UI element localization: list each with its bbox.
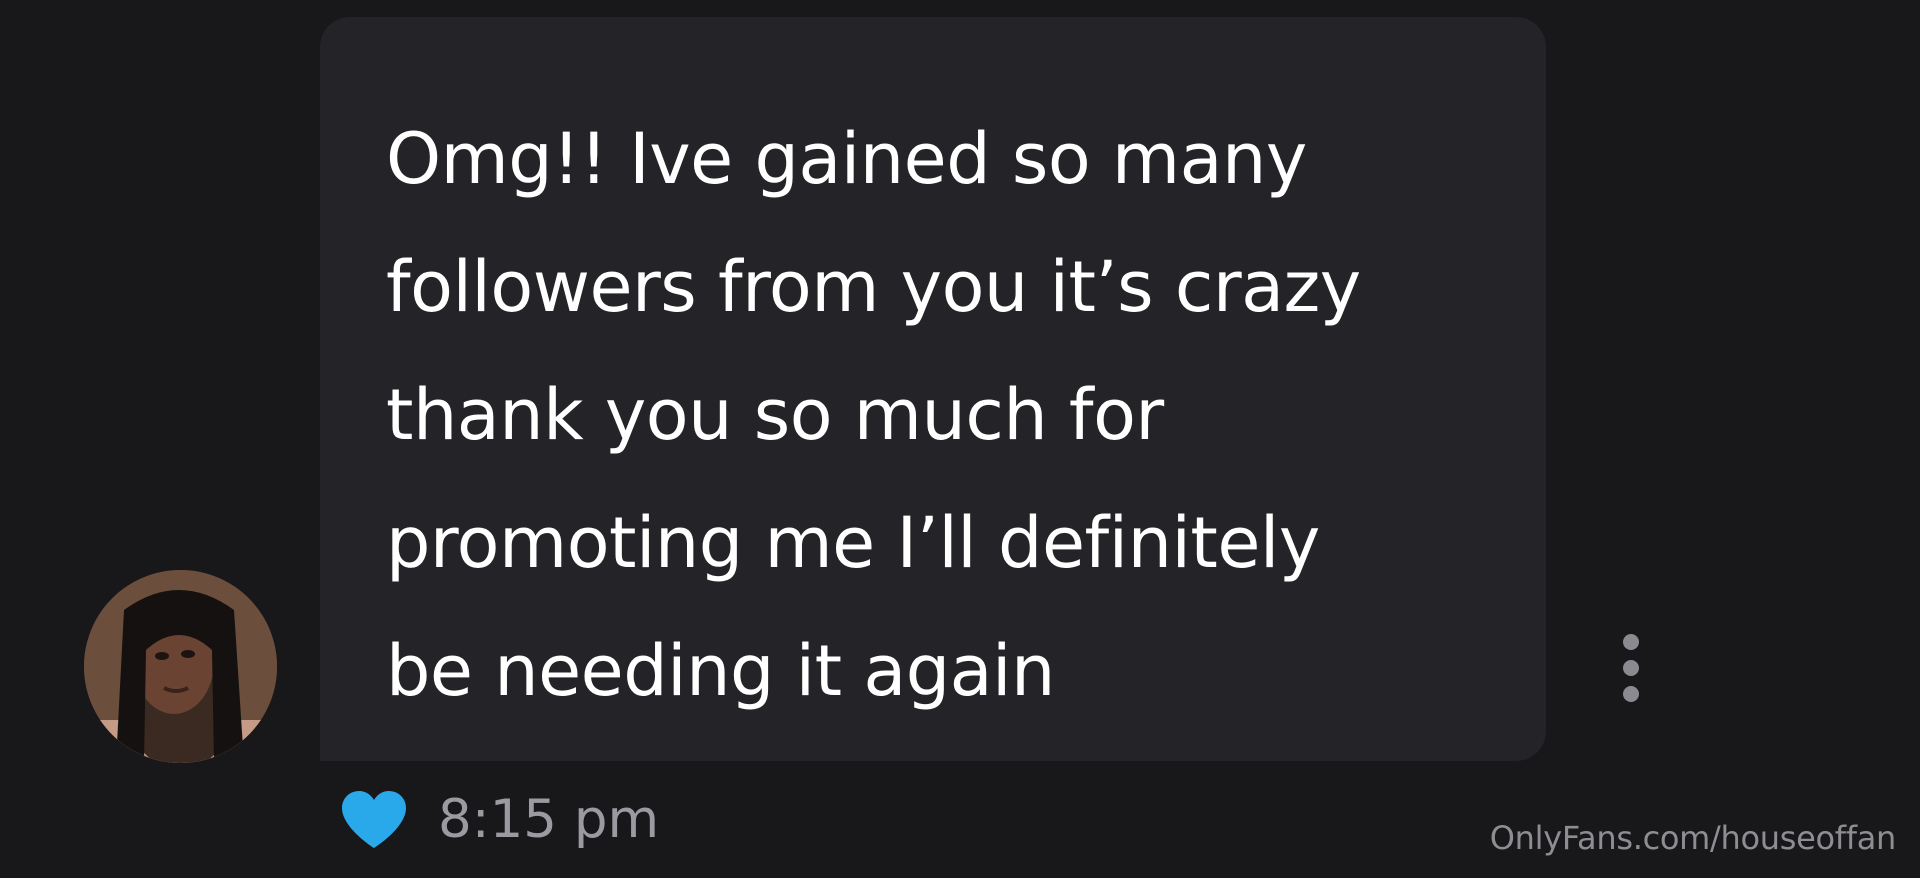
more-vertical-icon <box>1623 634 1639 650</box>
like-button[interactable] <box>340 790 408 850</box>
heart-icon <box>342 791 406 848</box>
message-bubble[interactable]: Omg!! Ive gained so many followers from … <box>320 17 1546 761</box>
more-vertical-icon-dot <box>1623 686 1639 702</box>
message-timestamp: 8:15 pm <box>438 789 660 850</box>
chat-view: Omg!! Ive gained so many followers from … <box>0 0 1920 878</box>
message-text: Omg!! Ive gained so many followers from … <box>386 118 1361 712</box>
avatar-photo <box>84 570 277 763</box>
more-vertical-icon-dot <box>1623 660 1639 676</box>
sender-avatar[interactable] <box>84 570 277 763</box>
watermark: OnlyFans.com/houseoffan <box>1489 819 1897 857</box>
message-options-button[interactable] <box>1617 634 1645 702</box>
